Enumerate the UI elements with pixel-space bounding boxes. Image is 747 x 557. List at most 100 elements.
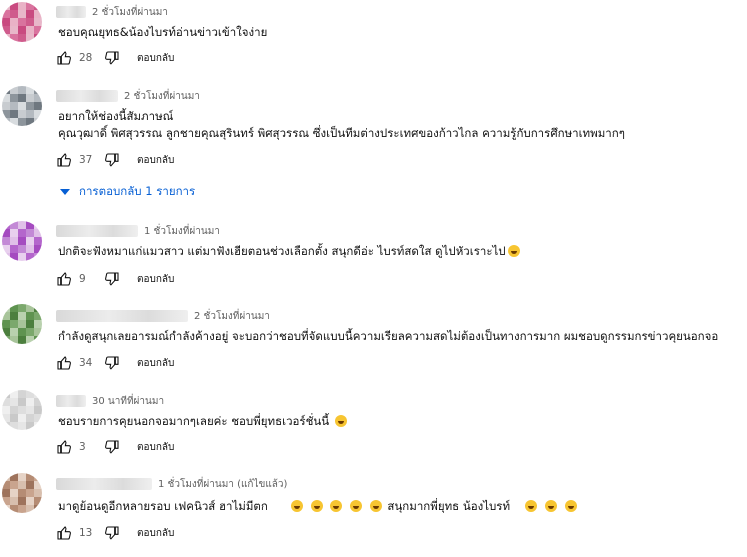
avatar-pixel (26, 237, 34, 245)
comment-time[interactable]: 1 ชั่วโมงที่ผ่านมา (144, 224, 220, 239)
show-replies-button[interactable]: การตอบกลับ 1 รายการ (60, 183, 195, 201)
avatar-pixel (18, 94, 26, 102)
author-name[interactable] (56, 225, 138, 237)
thumbs-down-icon[interactable] (103, 524, 121, 542)
reply-button[interactable]: ตอบกลับ (137, 440, 174, 455)
thumbs-down-icon[interactable] (103, 151, 121, 169)
comment-actions: 34 ตอบกลับ (55, 353, 174, 373)
comment-time[interactable]: 2 ชั่วโมงที่ผ่านมา (92, 5, 168, 20)
thumbs-up-icon[interactable] (55, 524, 73, 542)
avatar-pixel (2, 10, 10, 18)
comment-header: 30 นาทีที่ผ่านมา (56, 393, 164, 409)
avatar-pixel (26, 422, 34, 430)
avatar-pixel (18, 102, 26, 110)
reply-button[interactable]: ตอบกลับ (137, 272, 174, 287)
thumbs-down-icon[interactable] (103, 49, 121, 67)
comment-text: อยากให้ช่องนี้สัมภาษณ์ (58, 109, 174, 123)
avatar-pixel (18, 34, 26, 42)
avatar-pixel (34, 336, 42, 344)
avatar-pixel (10, 229, 18, 237)
reply-button[interactable]: ตอบกลับ (137, 153, 174, 168)
avatar-pixel (18, 2, 26, 10)
avatar-pixel (10, 489, 18, 497)
avatar-pixel (18, 328, 26, 336)
reply-button[interactable]: ตอบกลับ (137, 356, 174, 371)
author-name[interactable] (56, 395, 86, 407)
avatar-pixel (18, 489, 26, 497)
avatar-pixel (18, 481, 26, 489)
comment-time[interactable]: 2 ชั่วโมงที่ผ่านมา (124, 89, 200, 104)
author-name[interactable] (56, 478, 152, 490)
avatar[interactable] (2, 2, 42, 42)
avatar-pixel (26, 336, 34, 344)
thumbs-down-icon[interactable] (103, 438, 121, 456)
avatar-pixel (18, 118, 26, 126)
comment-actions: 13 ตอบกลับ (55, 523, 174, 543)
comment-header: 2 ชั่วโมงที่ผ่านมา (56, 4, 168, 20)
avatar-pixel (18, 320, 26, 328)
thumbs-down-icon[interactable] (103, 270, 121, 288)
avatar-pixel (10, 26, 18, 34)
comment-text-content: สนุกมากพี่ยุทธ น้องไบรท์ (387, 499, 511, 513)
avatar-pixel (10, 10, 18, 18)
comment-time[interactable]: 30 นาทีที่ผ่านมา (92, 394, 164, 409)
comment-text: ปกติจะฟังหมาแก่แมวสาว แต่มาฟังเฮียตอนช่ว… (58, 242, 522, 260)
thumbs-up-icon[interactable] (55, 354, 73, 372)
avatar-pixel (26, 26, 34, 34)
avatar-pixel (18, 398, 26, 406)
avatar[interactable] (2, 390, 42, 430)
author-name[interactable] (56, 310, 188, 322)
avatar-pixel (18, 245, 26, 253)
avatar-pixel (10, 245, 18, 253)
avatar-pixel (34, 304, 42, 312)
avatar-pixel (26, 245, 34, 253)
thumbs-up-icon[interactable] (55, 438, 73, 456)
avatar-pixel (2, 245, 10, 253)
avatar-pixel (2, 489, 10, 497)
avatar-pixel (2, 505, 10, 513)
reply-button[interactable]: ตอบกลับ (137, 51, 174, 66)
avatar-pixel (2, 26, 10, 34)
thumbs-up-icon[interactable] (55, 49, 73, 67)
avatar-pixel (26, 489, 34, 497)
avatar-pixel (34, 406, 42, 414)
avatar-pixel (34, 473, 42, 481)
author-name[interactable] (56, 90, 118, 102)
avatar-pixel (2, 94, 10, 102)
avatar-pixel (26, 253, 34, 261)
comment-time[interactable]: 1 ชั่วโมงที่ผ่านมา (แก้ไขแล้ว) (158, 477, 287, 492)
comment-time[interactable]: 2 ชั่วโมงที่ผ่านมา (194, 309, 270, 324)
avatar[interactable] (2, 86, 42, 126)
comment-actions: 9 ตอบกลับ (55, 269, 174, 289)
avatar-pixel (18, 414, 26, 422)
avatar-pixel (2, 481, 10, 489)
reply-button[interactable]: ตอบกลับ (137, 526, 174, 541)
avatar-pixel (18, 473, 26, 481)
avatar-pixel (18, 304, 26, 312)
thumbs-up-icon[interactable] (55, 151, 73, 169)
comment-text: ชอบคุณยุทธ&น้องไบรท์อ่านข่าวเข้าใจง่าย (58, 25, 268, 39)
avatar-pixel (2, 229, 10, 237)
avatar[interactable] (2, 221, 42, 261)
avatar[interactable] (2, 473, 42, 513)
avatar-pixel (26, 94, 34, 102)
avatar-pixel (26, 473, 34, 481)
author-name[interactable] (56, 6, 86, 18)
avatar-pixel (34, 10, 42, 18)
avatar-pixel (2, 253, 10, 261)
avatar[interactable] (2, 304, 42, 344)
laughing-emoji-icon (350, 500, 363, 512)
thumbs-up-icon[interactable] (55, 270, 73, 288)
avatar-pixel (26, 398, 34, 406)
thumbs-down-icon[interactable] (103, 354, 121, 372)
laughing-emoji-icon (330, 500, 343, 512)
avatar-pixel (26, 390, 34, 398)
avatar-pixel (18, 110, 26, 118)
avatar-pixel (34, 26, 42, 34)
comment-text: มาดูย้อนดูอีกหลายรอบ เฟคนิวส์ ฮาไม่มีตก … (58, 497, 579, 515)
avatar-pixel (10, 253, 18, 261)
avatar-pixel (18, 18, 26, 26)
avatar-pixel (26, 320, 34, 328)
avatar-pixel (10, 2, 18, 10)
avatar-pixel (18, 312, 26, 320)
